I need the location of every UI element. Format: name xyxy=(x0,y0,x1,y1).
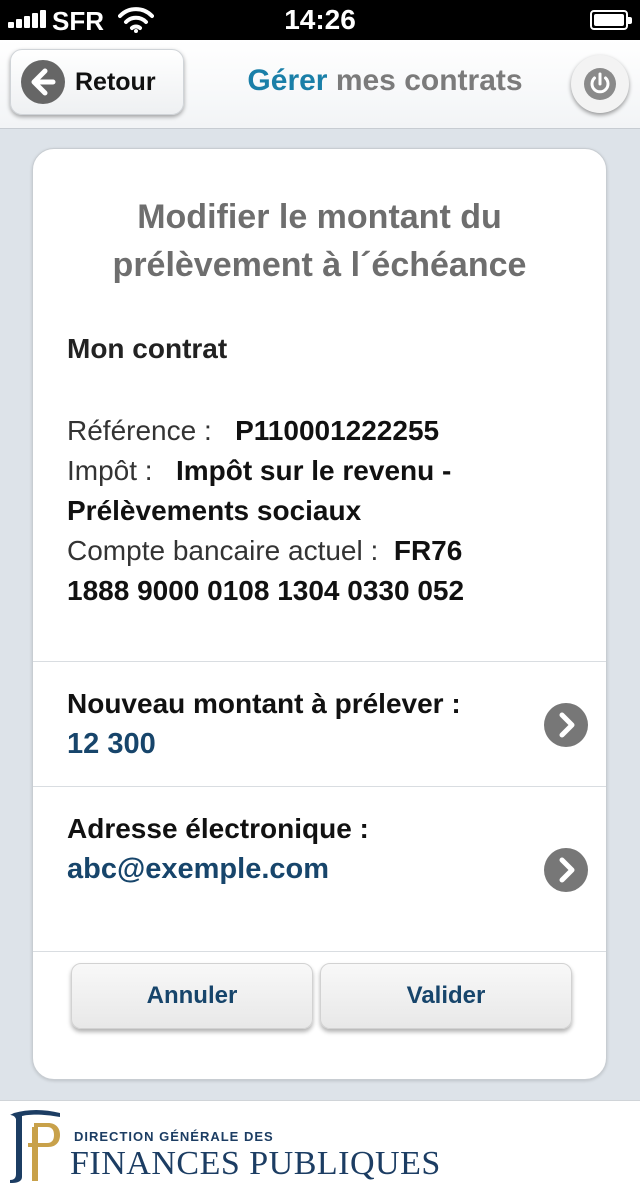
contract-info: Référence : P110001222255 Impôt : Impôt … xyxy=(67,411,547,611)
chevron-right-icon xyxy=(544,848,588,892)
impot-label: Impôt : xyxy=(67,455,153,486)
email-row[interactable]: Adresse électronique : abc@exemple.com xyxy=(33,787,606,951)
dgfip-logo xyxy=(10,1110,60,1183)
back-button[interactable]: Retour xyxy=(10,49,184,115)
email-value: abc@exemple.com xyxy=(67,853,330,885)
status-bar: SFR 14:26 xyxy=(0,0,640,40)
page-title: Gérer mes contrats xyxy=(190,64,580,98)
chevron-right-icon xyxy=(544,703,588,747)
submit-button[interactable]: Valider xyxy=(320,963,572,1029)
card-title-line1: Modifier le montant du xyxy=(137,198,502,236)
back-button-label: Retour xyxy=(75,68,156,96)
reference-label: Référence : xyxy=(67,415,212,446)
status-time: 14:26 xyxy=(284,4,356,35)
impot-line: Impôt : Impôt sur le revenu - xyxy=(67,451,547,491)
amount-value: 12 300 xyxy=(67,728,156,760)
contract-card: Modifier le montant du prélèvement à l´é… xyxy=(32,148,607,1080)
compte-value-line2: 1888 9000 0108 1304 0330 052 xyxy=(67,575,465,606)
impot-value-line1: Impôt sur le revenu - xyxy=(175,455,452,486)
battery-icon xyxy=(590,10,632,30)
section-title: Mon contrat xyxy=(67,333,228,364)
compte-label: Compte bancaire actuel : xyxy=(67,535,379,566)
divider xyxy=(33,951,606,952)
cancel-button[interactable]: Annuler xyxy=(71,963,313,1029)
logout-button[interactable] xyxy=(571,55,629,113)
footer-title: FINANCES PUBLIQUES xyxy=(70,1145,441,1182)
reference-value: P110001222255 xyxy=(235,415,440,446)
compte-value-line1: FR76 xyxy=(393,535,463,566)
power-icon xyxy=(584,68,616,100)
amount-row[interactable]: Nouveau montant à prélever : 12 300 xyxy=(33,662,606,786)
footer-subtitle: DIRECTION GÉNÉRALE DES xyxy=(74,1129,274,1144)
footer: DIRECTION GÉNÉRALE DES FINANCES PUBLIQUE… xyxy=(0,1100,640,1198)
card-title-line2: prélèvement à l´échéance xyxy=(112,246,527,284)
compte-line: Compte bancaire actuel : FR76 xyxy=(67,531,547,571)
email-label: Adresse électronique : xyxy=(67,813,369,844)
impot-value-line2: Prélèvements sociaux xyxy=(67,495,362,526)
page-title-accent: Gérer xyxy=(247,64,328,97)
card-title: Modifier le montant du prélèvement à l´é… xyxy=(53,193,586,289)
page-title-rest: mes contrats xyxy=(327,64,523,97)
reference-line: Référence : P110001222255 xyxy=(67,411,547,451)
app-header: Retour Gérer mes contrats xyxy=(0,40,640,129)
amount-label: Nouveau montant à prélever : xyxy=(67,688,461,719)
arrow-left-icon xyxy=(21,60,65,104)
